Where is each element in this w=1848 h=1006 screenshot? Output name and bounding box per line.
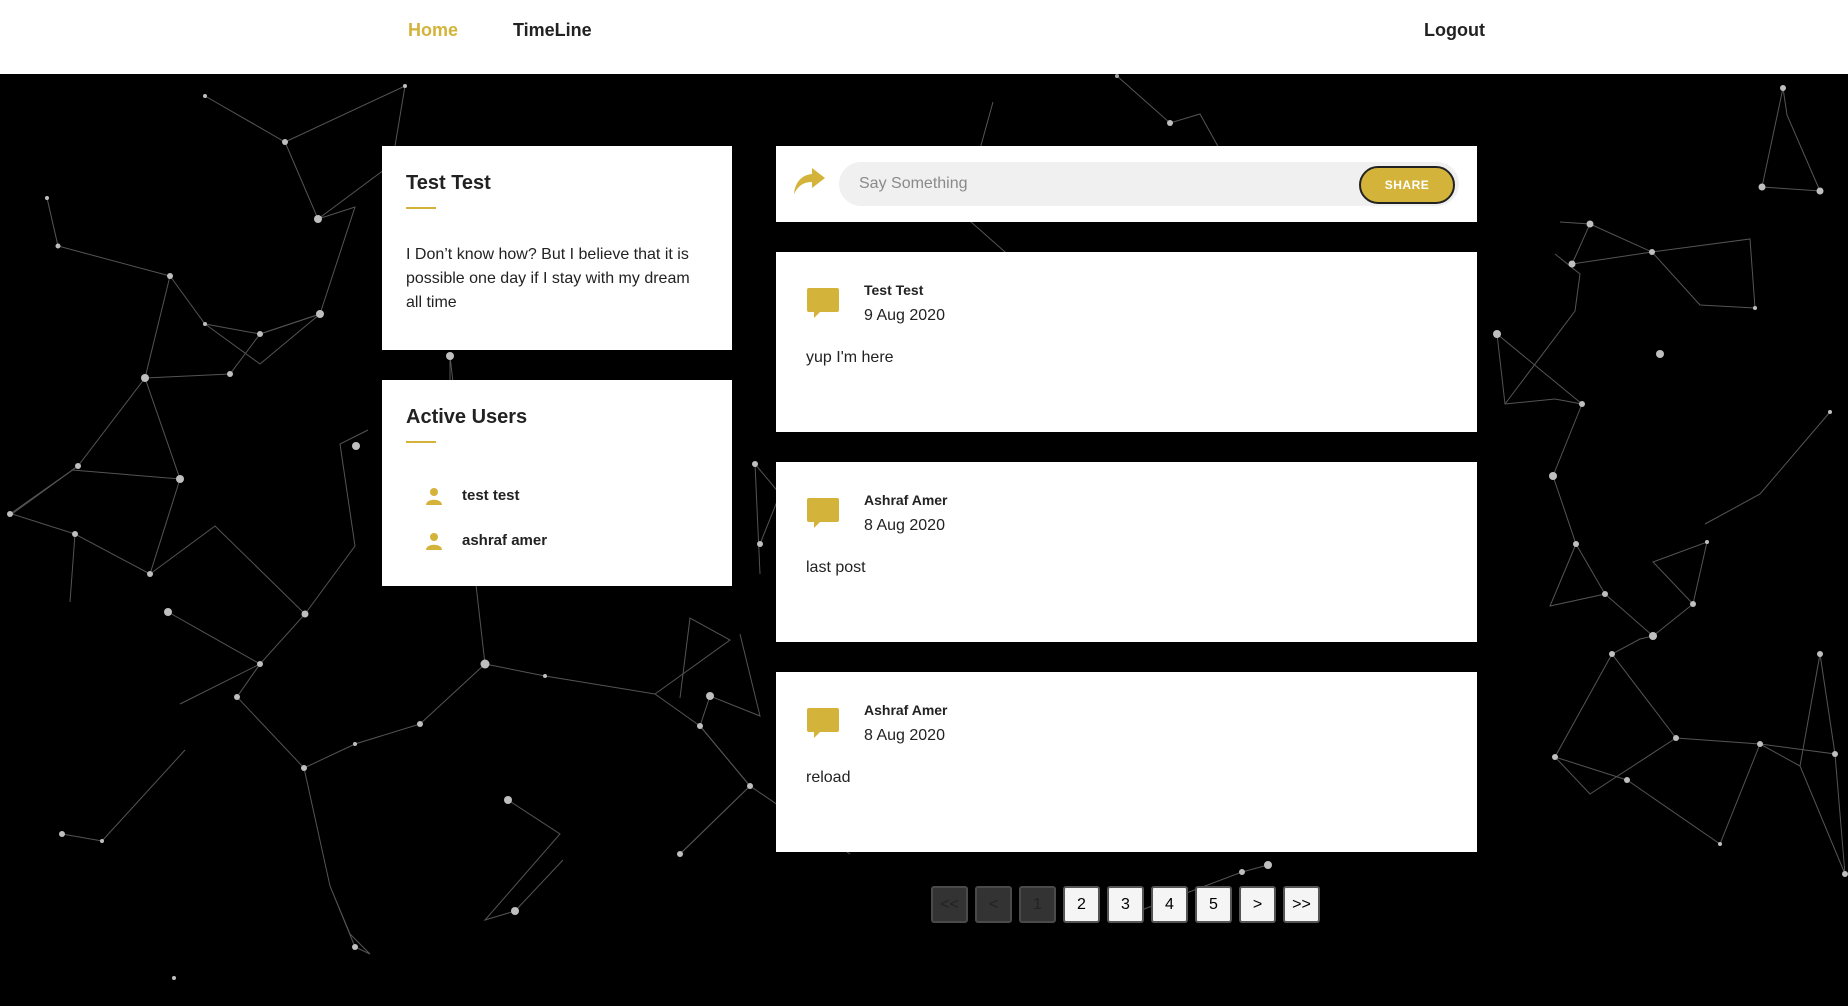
page-button-2[interactable]: 2 — [1063, 886, 1100, 923]
page-button-3[interactable]: 3 — [1107, 886, 1144, 923]
pagination: << < 1 2 3 4 5 > >> — [931, 886, 1320, 923]
nav-home-link[interactable]: Home — [408, 20, 458, 41]
active-users-card: Active Users test test ashraf amer — [382, 380, 732, 586]
post-body: yup I'm here — [806, 349, 894, 366]
post-input[interactable] — [839, 162, 1359, 206]
post-date: 8 Aug 2020 — [864, 517, 945, 534]
nav-timeline-link[interactable]: TimeLine — [513, 20, 592, 41]
next-page-button[interactable]: > — [1239, 886, 1276, 923]
title-underline — [406, 441, 436, 443]
page-button-4[interactable]: 4 — [1151, 886, 1188, 923]
profile-name: Test Test — [406, 172, 491, 194]
post-card: Test Test 9 Aug 2020 yup I'm here — [776, 252, 1477, 432]
active-user-name: ashraf amer — [462, 532, 548, 549]
profile-card: Test Test I Don’t know how? But I believ… — [382, 146, 732, 350]
post-body: last post — [806, 559, 866, 576]
post-body: reload — [806, 769, 851, 786]
active-user-name: test test — [462, 487, 520, 504]
post-author[interactable]: Ashraf Amer — [864, 702, 948, 718]
share-field: SHARE — [839, 162, 1459, 206]
active-users-list: test test ashraf amer — [406, 473, 708, 563]
active-user-item[interactable]: ashraf amer — [406, 518, 708, 563]
comment-bubble-icon — [807, 708, 839, 738]
share-button[interactable]: SHARE — [1359, 166, 1455, 204]
active-users-title: Active Users — [406, 406, 528, 428]
user-icon — [426, 487, 442, 505]
post-author[interactable]: Test Test — [864, 282, 923, 298]
comment-bubble-icon — [807, 498, 839, 528]
page-button-5[interactable]: 5 — [1195, 886, 1232, 923]
user-icon — [426, 532, 442, 550]
first-page-button[interactable]: << — [931, 886, 968, 923]
comment-bubble-icon — [807, 288, 839, 318]
prev-page-button[interactable]: < — [975, 886, 1012, 923]
last-page-button[interactable]: >> — [1283, 886, 1320, 923]
profile-bio: I Don’t know how? But I believe that it … — [406, 246, 690, 311]
active-user-item[interactable]: test test — [406, 473, 708, 518]
post-date: 8 Aug 2020 — [864, 727, 945, 744]
post-card: Ashraf Amer 8 Aug 2020 last post — [776, 462, 1477, 642]
nav-logout-link[interactable]: Logout — [1424, 20, 1485, 41]
title-underline — [406, 207, 436, 209]
page-button-1[interactable]: 1 — [1019, 886, 1056, 923]
post-date: 9 Aug 2020 — [864, 307, 945, 324]
share-arrow-icon — [794, 168, 825, 194]
share-post-bar: SHARE — [776, 146, 1477, 222]
post-author[interactable]: Ashraf Amer — [864, 492, 948, 508]
post-card: Ashraf Amer 8 Aug 2020 reload — [776, 672, 1477, 852]
top-navbar: Home TimeLine Logout — [0, 0, 1848, 74]
